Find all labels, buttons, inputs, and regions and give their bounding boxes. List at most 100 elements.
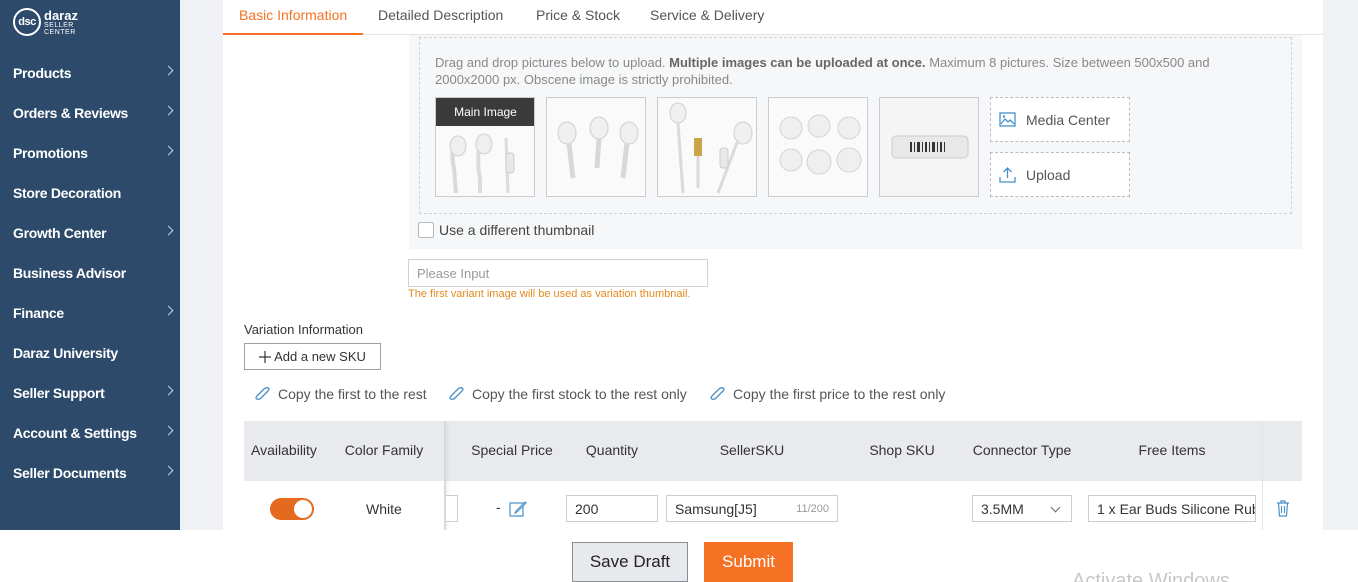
chevron-right-icon	[163, 465, 174, 476]
seller-center-logo[interactable]: dsc daraz SELLER CENTER	[13, 8, 78, 36]
earphones-jack-image	[658, 98, 756, 196]
upload-hint: Drag and drop pictures below to upload. …	[435, 54, 1275, 88]
connector-type-value: 3.5MM	[981, 500, 1024, 517]
media-center-label: Media Center	[1026, 111, 1111, 128]
actions-column-divider	[1262, 421, 1263, 530]
header-availability: Availability	[251, 442, 317, 458]
upload-button[interactable]: Upload	[990, 152, 1130, 197]
sidebar-item-label: Store Decoration	[13, 185, 121, 201]
plus-icon	[259, 350, 272, 363]
sidebar-item-label: Account & Settings	[13, 425, 137, 441]
upload-hint-bold: Multiple images can be uploaded at once.	[669, 55, 926, 70]
availability-toggle[interactable]	[270, 498, 314, 520]
copy-price-label: Copy the first price to the rest only	[733, 386, 946, 402]
sidebar-item-seller-support[interactable]: Seller Support	[0, 373, 180, 413]
copy-first-to-rest-label: Copy the first to the rest	[278, 386, 427, 402]
sidebar-item-label: Promotions	[13, 145, 88, 161]
submit-button[interactable]: Submit	[704, 542, 793, 582]
sidebar-item-growth-center[interactable]: Growth Center	[0, 213, 180, 253]
sidebar-item-label: Products	[13, 65, 72, 81]
sidebar-item-seller-documents[interactable]: Seller Documents	[0, 453, 180, 493]
product-image-3[interactable]	[657, 97, 757, 197]
add-sku-button[interactable]: Add a new SKU	[244, 343, 381, 370]
different-thumbnail-option[interactable]: Use a different thumbnail	[418, 222, 594, 238]
product-image-main[interactable]: Main Image	[435, 97, 535, 197]
sidebar-item-business-advisor[interactable]: Business Advisor	[0, 253, 180, 293]
header-color-family: Color Family	[344, 442, 424, 458]
chevron-right-icon	[163, 225, 174, 236]
chevron-right-icon	[163, 425, 174, 436]
tab-detailed-description[interactable]: Detailed Description	[362, 0, 519, 35]
sku-table-header: Availability Color Family Special Price …	[244, 421, 1302, 481]
package-label-image	[880, 98, 978, 196]
upload-icon	[999, 166, 1016, 183]
add-sku-label: Add a new SKU	[274, 349, 366, 364]
variation-thumbnail-note: The first variant image will be used as …	[408, 288, 691, 300]
sidebar-item-label: Orders & Reviews	[13, 105, 129, 121]
trash-icon[interactable]	[1276, 500, 1290, 517]
activate-windows-watermark: Activate Windows	[1072, 570, 1230, 582]
save-draft-button[interactable]: Save Draft	[572, 542, 688, 582]
variant-image-input[interactable]	[408, 259, 708, 287]
sidebar-item-label: Business Advisor	[13, 265, 126, 281]
header-special-price: Special Price	[471, 442, 553, 458]
sidebar-item-orders-reviews[interactable]: Orders & Reviews	[0, 93, 180, 133]
upload-label: Upload	[1026, 166, 1071, 183]
sidebar-item-label: Finance	[13, 305, 64, 321]
free-items-input[interactable]: 1 x Ear Buds Silicone Rub	[1088, 495, 1256, 522]
copy-price-link[interactable]: Copy the first price to the rest only	[709, 386, 945, 402]
form-tabs: Basic Information Detailed Description P…	[223, 0, 1323, 35]
different-thumbnail-checkbox[interactable]	[418, 222, 434, 238]
chevron-right-icon	[163, 305, 174, 316]
sidebar-item-account-settings[interactable]: Account & Settings	[0, 413, 180, 453]
copy-stock-label: Copy the first stock to the rest only	[472, 386, 687, 402]
product-image-2[interactable]	[546, 97, 646, 197]
sidebar-item-label: Daraz University	[13, 345, 118, 361]
connector-type-select[interactable]: 3.5MM	[972, 495, 1072, 522]
product-image-4[interactable]	[768, 97, 868, 197]
chevron-right-icon	[163, 145, 174, 156]
color-family-value: White	[366, 501, 402, 517]
copy-first-to-rest-link[interactable]: Copy the first to the rest	[254, 386, 427, 402]
logo-brand: daraz	[44, 7, 78, 23]
header-free-items: Free Items	[1138, 442, 1206, 458]
price-input-partial[interactable]	[446, 495, 458, 522]
sidebar-item-label: Seller Documents	[13, 465, 127, 481]
tab-price-stock[interactable]: Price & Stock	[520, 0, 636, 35]
special-price-value: -	[496, 499, 501, 515]
media-center-button[interactable]: Media Center	[990, 97, 1130, 142]
sidebar: dsc daraz SELLER CENTER Products Orders …	[0, 0, 180, 530]
ear-tips-image	[769, 98, 867, 196]
quantity-input[interactable]: 200	[566, 495, 658, 522]
paperclip-icon	[710, 387, 725, 400]
sidebar-item-finance[interactable]: Finance	[0, 293, 180, 333]
header-quantity: Quantity	[585, 442, 639, 458]
seller-sku-input[interactable]: Samsung[J5] 11/200	[666, 495, 838, 522]
tab-service-delivery[interactable]: Service & Delivery	[634, 0, 780, 35]
sidebar-item-label: Seller Support	[13, 385, 105, 401]
logo-sub-seller: SELLER	[44, 21, 74, 29]
upload-hint-text: Drag and drop pictures below to upload.	[435, 55, 670, 70]
logo-mark: dsc	[13, 8, 41, 36]
sidebar-item-promotions[interactable]: Promotions	[0, 133, 180, 173]
paperclip-icon	[255, 387, 270, 400]
tab-basic-information[interactable]: Basic Information	[223, 0, 364, 35]
product-image-5[interactable]	[879, 97, 979, 197]
earbuds-image	[547, 98, 645, 196]
sidebar-item-store-decoration[interactable]: Store Decoration	[0, 173, 180, 213]
edit-icon[interactable]	[509, 501, 527, 517]
quantity-value: 200	[575, 500, 599, 517]
seller-sku-counter: 11/200	[796, 503, 829, 515]
chevron-right-icon	[163, 385, 174, 396]
sidebar-item-products[interactable]: Products	[0, 53, 180, 93]
header-seller-sku: SellerSKU	[719, 442, 785, 458]
header-connector-type: Connector Type	[972, 442, 1072, 458]
variation-information-title: Variation Information	[244, 322, 363, 337]
paperclip-icon	[449, 387, 464, 400]
header-shop-sku: Shop SKU	[869, 442, 935, 458]
main-image-label: Main Image	[436, 98, 534, 126]
sidebar-item-daraz-university[interactable]: Daraz University	[0, 333, 180, 373]
copy-stock-link[interactable]: Copy the first stock to the rest only	[448, 386, 687, 402]
chevron-down-icon	[1050, 502, 1061, 513]
seller-sku-value: Samsung[J5]	[675, 500, 757, 517]
